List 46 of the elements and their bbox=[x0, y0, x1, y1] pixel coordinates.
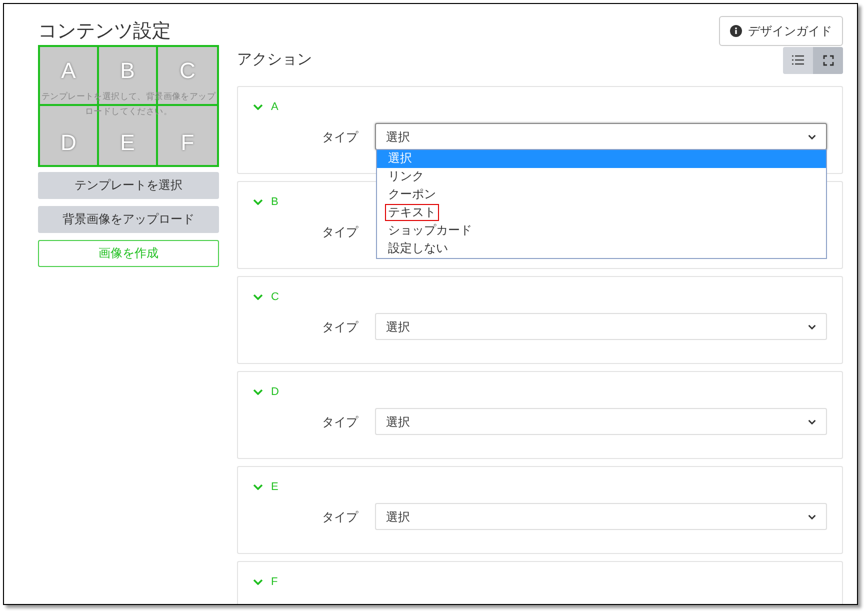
chevron-down-icon bbox=[253, 388, 263, 395]
chevron-down-icon bbox=[253, 294, 263, 300]
action-button[interactable]: 背景画像をアップロード bbox=[38, 206, 219, 232]
view-toggle[interactable] bbox=[783, 46, 813, 74]
area-label: D bbox=[271, 384, 279, 400]
info-icon bbox=[730, 25, 742, 37]
chevron-down-icon bbox=[808, 324, 816, 330]
type-label: タイプ bbox=[321, 508, 360, 526]
chevron-down-icon bbox=[253, 578, 263, 585]
view-toggle[interactable] bbox=[813, 46, 843, 74]
chevron-down-icon bbox=[808, 134, 816, 140]
expand-icon bbox=[822, 54, 834, 66]
type-select[interactable]: 選択 bbox=[375, 313, 827, 340]
type-label: タイプ bbox=[321, 414, 360, 430]
option-label: クーポン bbox=[387, 186, 437, 203]
area-label: A bbox=[271, 100, 278, 114]
dropdown-option[interactable]: 設定しない bbox=[377, 240, 826, 258]
area-label: E bbox=[271, 480, 278, 494]
option-label: 設定しない bbox=[387, 240, 449, 257]
chevron-down-icon bbox=[253, 484, 263, 490]
chevron-down-icon bbox=[808, 514, 816, 520]
type-select[interactable]: 選択 bbox=[375, 123, 827, 150]
section-title: アクション bbox=[237, 50, 312, 70]
chevron-down-icon bbox=[253, 198, 263, 205]
dropdown-option[interactable]: クーポン bbox=[377, 186, 826, 204]
option-label: ショップカード bbox=[387, 222, 473, 239]
action-button[interactable]: テンプレートを選択 bbox=[38, 172, 219, 198]
option-label: リンク bbox=[387, 168, 425, 185]
page-title: コンテンツ設定 bbox=[38, 20, 171, 44]
area-label: C bbox=[271, 290, 279, 304]
option-label: テキスト bbox=[385, 204, 439, 221]
dropdown-option[interactable]: ショップカード bbox=[377, 222, 826, 240]
type-select[interactable]: 選択 bbox=[375, 408, 827, 435]
dropdown-option[interactable]: テキスト bbox=[377, 204, 826, 222]
chevron-down-icon bbox=[808, 418, 816, 424]
list-icon bbox=[792, 55, 804, 65]
type-label: タイプ bbox=[321, 318, 360, 336]
type-select[interactable]: 選択 bbox=[375, 503, 827, 530]
area-label: F bbox=[271, 574, 278, 590]
design-guide-button[interactable]: デザインガイド bbox=[719, 16, 843, 46]
option-label: 選択 bbox=[387, 150, 413, 167]
chevron-down-icon bbox=[253, 104, 263, 110]
type-label: タイプ bbox=[321, 224, 360, 240]
type-label: タイプ bbox=[321, 128, 360, 146]
area-label: B bbox=[271, 194, 278, 210]
dropdown-option[interactable]: リンク bbox=[377, 168, 826, 186]
